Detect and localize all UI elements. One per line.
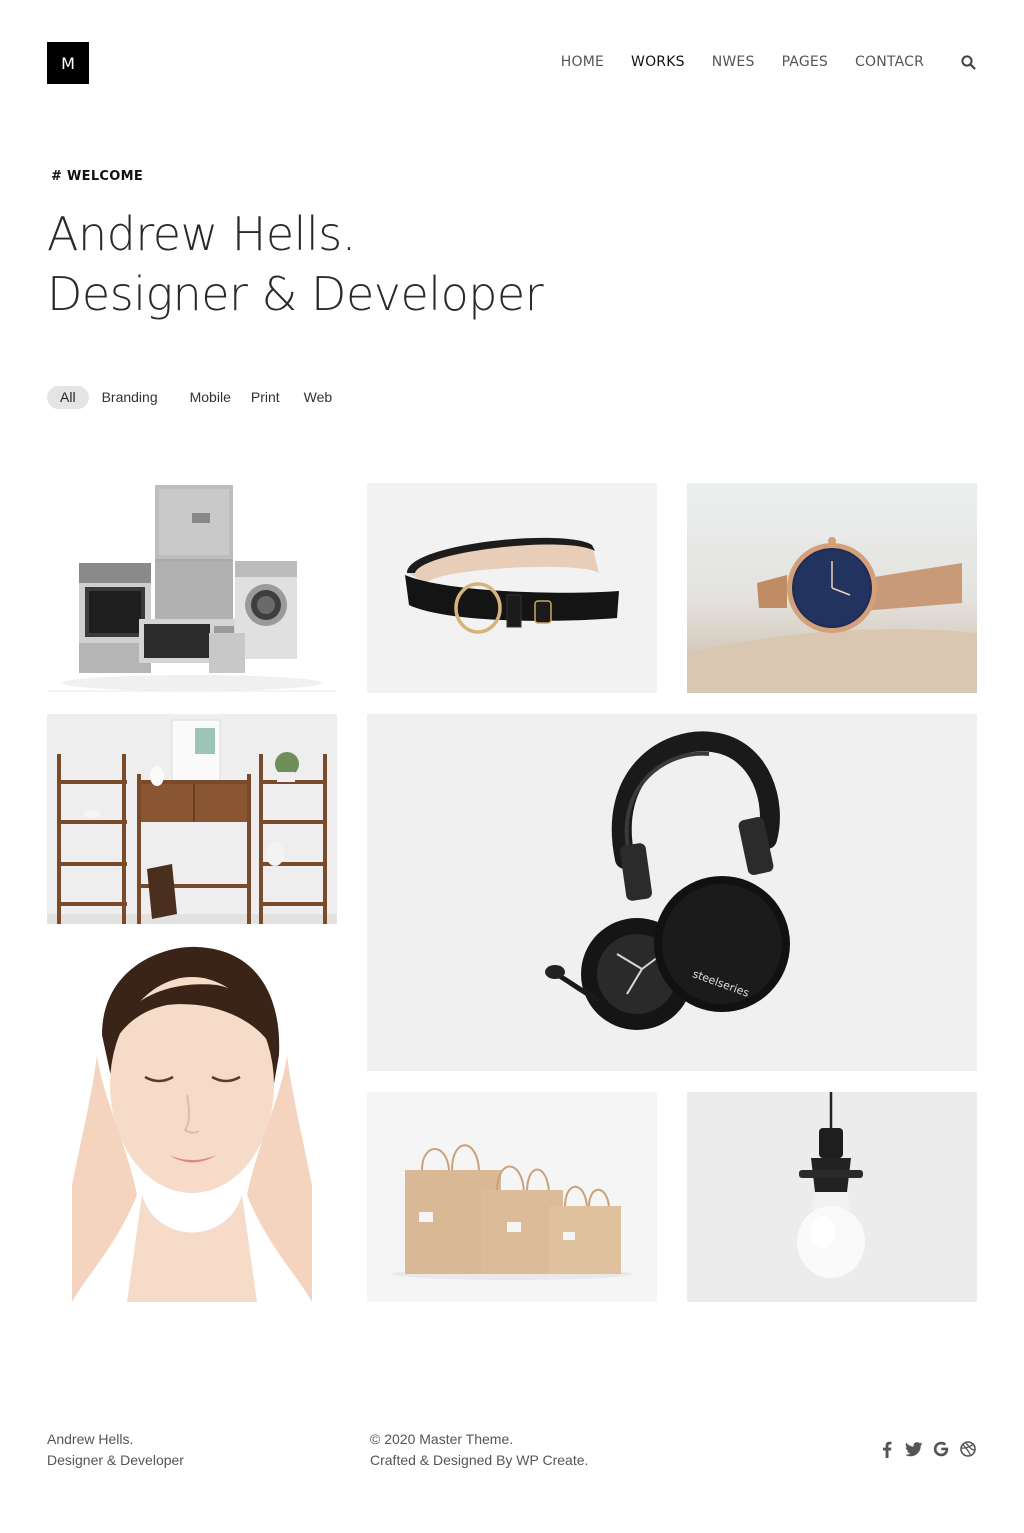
shelf-image — [47, 714, 337, 924]
footer-copyright-text: © 2020 Master Theme. — [370, 1431, 514, 1447]
twitter-icon[interactable] — [905, 1440, 923, 1458]
filter-mobile[interactable]: Mobile — [179, 386, 242, 409]
nav-works[interactable]: WORKS — [631, 54, 685, 70]
google-icon[interactable] — [932, 1440, 950, 1458]
light-bulb-image — [687, 1092, 977, 1302]
dribbble-icon[interactable] — [959, 1440, 977, 1458]
filter-print[interactable]: Print — [240, 386, 291, 409]
social-links — [869, 1440, 977, 1458]
facebook-icon[interactable] — [878, 1440, 896, 1458]
portfolio-item-light-bulb[interactable] — [687, 1092, 977, 1302]
main-nav: HOME WORKS NWES PAGES CONTACR — [534, 54, 976, 70]
welcome-kicker: # WELCOME — [51, 169, 144, 184]
appliances-image — [47, 483, 337, 693]
portfolio-filters: All Branding Mobile Print Web — [47, 386, 343, 409]
footer-about: Andrew Hells. Designer & Developer — [47, 1429, 184, 1471]
headphones-image: steelseries — [367, 714, 977, 1071]
filter-branding[interactable]: Branding — [91, 386, 169, 409]
footer-name: Andrew Hells. — [47, 1431, 134, 1447]
face-image — [47, 945, 337, 1302]
hero-title-line2: Designer & Developer — [47, 267, 544, 321]
portfolio-item-appliances[interactable] — [47, 483, 337, 693]
search-icon[interactable] — [960, 54, 976, 70]
nav-home[interactable]: HOME — [561, 54, 604, 70]
footer-role: Designer & Developer — [47, 1452, 184, 1468]
portfolio-item-paper-bags[interactable] — [367, 1092, 657, 1302]
nav-news[interactable]: NWES — [712, 54, 755, 70]
nav-pages[interactable]: PAGES — [782, 54, 828, 70]
watch-image — [687, 483, 977, 693]
portfolio-item-belt[interactable] — [367, 483, 657, 693]
footer-credit: Crafted & Designed By WP Create. — [370, 1452, 589, 1468]
hero-title: Andrew Hells. Designer & Developer — [47, 204, 544, 324]
logo[interactable]: M — [47, 42, 89, 84]
filter-all[interactable]: All — [47, 386, 89, 409]
paper-bags-image — [367, 1092, 657, 1302]
nav-contact[interactable]: CONTACR — [855, 54, 924, 70]
belt-image — [367, 483, 657, 693]
portfolio-item-face[interactable] — [47, 945, 337, 1302]
filter-web[interactable]: Web — [293, 386, 344, 409]
footer-copyright: © 2020 Master Theme. Crafted & Designed … — [370, 1429, 588, 1471]
hero-title-line1: Andrew Hells. — [47, 207, 356, 261]
logo-letter: M — [61, 53, 75, 73]
portfolio-item-shelf[interactable] — [47, 714, 337, 924]
portfolio-item-watch[interactable] — [687, 483, 977, 693]
portfolio-item-headphones[interactable]: steelseries — [367, 714, 977, 1071]
